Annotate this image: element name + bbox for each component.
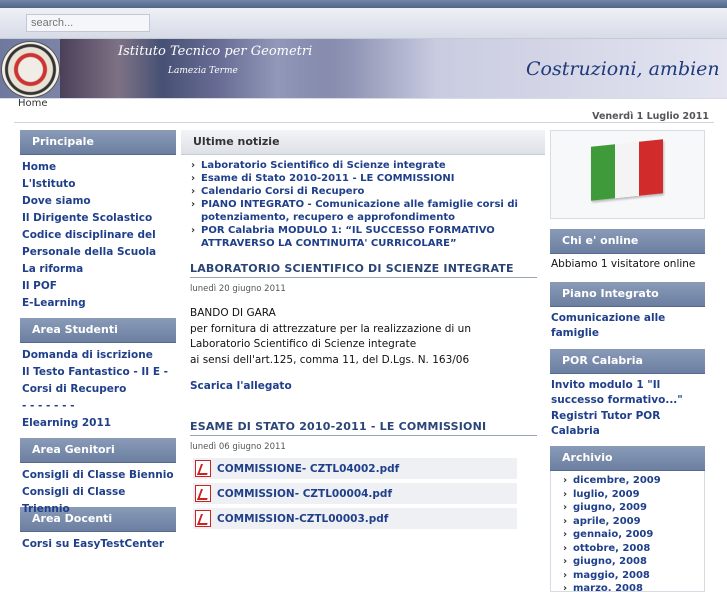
principale-menu: Home L'Istituto Dove siamo Il Dirigente … <box>20 155 176 318</box>
archive-item[interactable]: giugno, 2009 <box>563 501 704 515</box>
article-date: lunedì 06 giugno 2011 <box>190 442 286 452</box>
pdf-file-row[interactable]: COMMISSION- CZTL00004.pdf <box>193 483 517 504</box>
right-column: Chi e' online Abbiamo 1 visitatore onlin… <box>550 130 705 592</box>
flag-white-stripe <box>615 141 639 199</box>
pdf-file-row[interactable]: COMMISSION-CZTL00003.pdf <box>193 508 517 529</box>
docenti-header: Area Docenti <box>20 507 176 532</box>
news-list: Laboratorio Scientifico di Scienze integ… <box>181 155 545 250</box>
piano-link[interactable]: Comunicazione alle famiglie <box>550 307 705 347</box>
menu-dirigente[interactable]: Il Dirigente Scolastico <box>20 210 176 227</box>
article-date: lunedì 20 giugno 2011 <box>190 284 286 294</box>
pdf-file-link[interactable]: COMMISSION- CZTL00004.pdf <box>217 488 392 500</box>
pdf-icon <box>195 485 211 502</box>
article-line: ai sensi dell'art.125, comma 11, del D.L… <box>190 353 470 366</box>
por-link[interactable]: Invito modulo 1 "Il successo formativo..… <box>550 374 705 408</box>
menu-iscrizione[interactable]: Domanda di iscrizione <box>20 347 176 364</box>
archive-box: dicembre, 2009 luglio, 2009 giugno, 2009… <box>550 471 705 592</box>
download-attachment-link[interactable]: Scarica l'allegato <box>190 380 536 392</box>
breadcrumb[interactable]: Home <box>18 98 48 109</box>
institute-name: Istituto Tecnico per Geometri <box>118 44 313 59</box>
news-item[interactable]: Calendario Corsi di Recupero <box>191 185 545 198</box>
main-column: Ultime notizie Laboratorio Scientifico d… <box>181 130 545 529</box>
menu-consigli-triennio[interactable]: Consigli di Classe Triennio <box>20 484 176 515</box>
principale-header: Principale <box>20 130 176 155</box>
italian-flag-icon <box>591 139 663 201</box>
menu-pof[interactable]: Il POF <box>20 278 176 295</box>
menu-separator: - - - - - - - <box>22 400 75 412</box>
breadcrumb-divider <box>0 98 727 99</box>
institute-city: Lamezia Terme <box>168 66 238 76</box>
article-body: BANDO DI GARA per fornitura di attrezzat… <box>190 306 536 368</box>
por-link[interactable]: Registri Tutor POR Calabria <box>550 408 705 446</box>
flag-box <box>550 130 705 219</box>
archive-item[interactable]: marzo, 2008 <box>563 582 704 591</box>
archive-item[interactable]: luglio, 2009 <box>563 488 704 502</box>
pdf-file-link[interactable]: COMMISSIONE- CZTL04002.pdf <box>217 463 399 475</box>
news-item[interactable]: Esame di Stato 2010-2011 - LE COMMISSION… <box>191 172 545 185</box>
news-header: Ultime notizie <box>181 130 545 155</box>
article-line: per fornitura di attrezzature per la rea… <box>190 322 471 335</box>
pdf-file-row[interactable]: COMMISSIONE- CZTL04002.pdf <box>193 458 517 479</box>
school-logo[interactable] <box>1 41 60 98</box>
por-header: POR Calabria <box>550 349 705 374</box>
online-text: Abbiamo 1 visitatore online <box>551 258 696 270</box>
left-column: Principale Home L'Istituto Dove siamo Il… <box>20 130 176 559</box>
top-strip <box>0 0 727 8</box>
archive-item[interactable]: dicembre, 2009 <box>563 474 704 488</box>
news-item[interactable]: PIANO INTEGRATO - Comunicazione alle fam… <box>191 198 545 224</box>
archivio-header: Archivio <box>550 446 705 471</box>
menu-riforma[interactable]: La riforma <box>20 261 176 278</box>
menu-home[interactable]: Home <box>20 159 176 176</box>
genitori-header: Area Genitori <box>20 438 176 463</box>
archive-item[interactable]: gennaio, 2009 <box>563 528 704 542</box>
menu-elearning-2011[interactable]: Elearning 2011 <box>20 415 176 432</box>
flag-red-stripe <box>639 139 663 196</box>
archive-item[interactable]: maggio, 2008 <box>563 569 704 583</box>
docenti-menu: Corsi su EasyTestCenter <box>20 532 176 559</box>
archive-item[interactable]: aprile, 2009 <box>563 515 704 529</box>
pdf-file-link[interactable]: COMMISSION-CZTL00003.pdf <box>217 513 388 525</box>
menu-dove-siamo[interactable]: Dove siamo <box>20 193 176 210</box>
news-item[interactable]: POR Calabria MODULO 1: “IL SUCCESSO FORM… <box>191 224 545 250</box>
article-title: ESAME DI STATO 2010-2011 - LE COMMISSION… <box>190 420 537 436</box>
menu-testo-fantastico[interactable]: Il Testo Fantastico - II E - Corsi di Re… <box>20 364 176 398</box>
piano-header: Piano Integrato <box>550 282 705 307</box>
genitori-menu: Consigli di Classe Biennio Consigli di C… <box>20 463 176 515</box>
menu-istituto[interactable]: L'Istituto <box>20 176 176 193</box>
news-item[interactable]: Laboratorio Scientifico di Scienze integ… <box>191 159 545 172</box>
studenti-header: Area Studenti <box>20 318 176 343</box>
archive-item[interactable]: ottobre, 2008 <box>563 542 704 556</box>
menu-consigli-biennio[interactable]: Consigli di Classe Biennio <box>20 467 176 484</box>
article-line: BANDO DI GARA <box>190 307 276 319</box>
divider <box>14 122 714 123</box>
archive-list: dicembre, 2009 luglio, 2009 giugno, 2009… <box>551 471 704 591</box>
menu-elearning[interactable]: E-Learning <box>20 295 176 312</box>
flag-green-stripe <box>591 144 615 201</box>
current-date: Venerdì 1 Luglio 2011 <box>592 111 709 122</box>
article-line: Laboratorio Scientifico di Scienze integ… <box>190 338 417 350</box>
archive-item[interactable]: giugno, 2008 <box>563 555 704 569</box>
article-title: LABORATORIO SCIENTIFICO DI SCIENZE INTEG… <box>190 262 537 278</box>
banner-slogan: Costruzioni, ambien <box>526 58 720 80</box>
search-input[interactable] <box>26 14 150 32</box>
online-header: Chi e' online <box>550 229 705 254</box>
menu-codice-disciplinare[interactable]: Codice disciplinare del Personale della … <box>20 227 176 261</box>
pdf-icon <box>195 510 211 527</box>
pdf-icon <box>195 460 211 477</box>
studenti-menu: Domanda di iscrizione Il Testo Fantastic… <box>20 343 176 438</box>
